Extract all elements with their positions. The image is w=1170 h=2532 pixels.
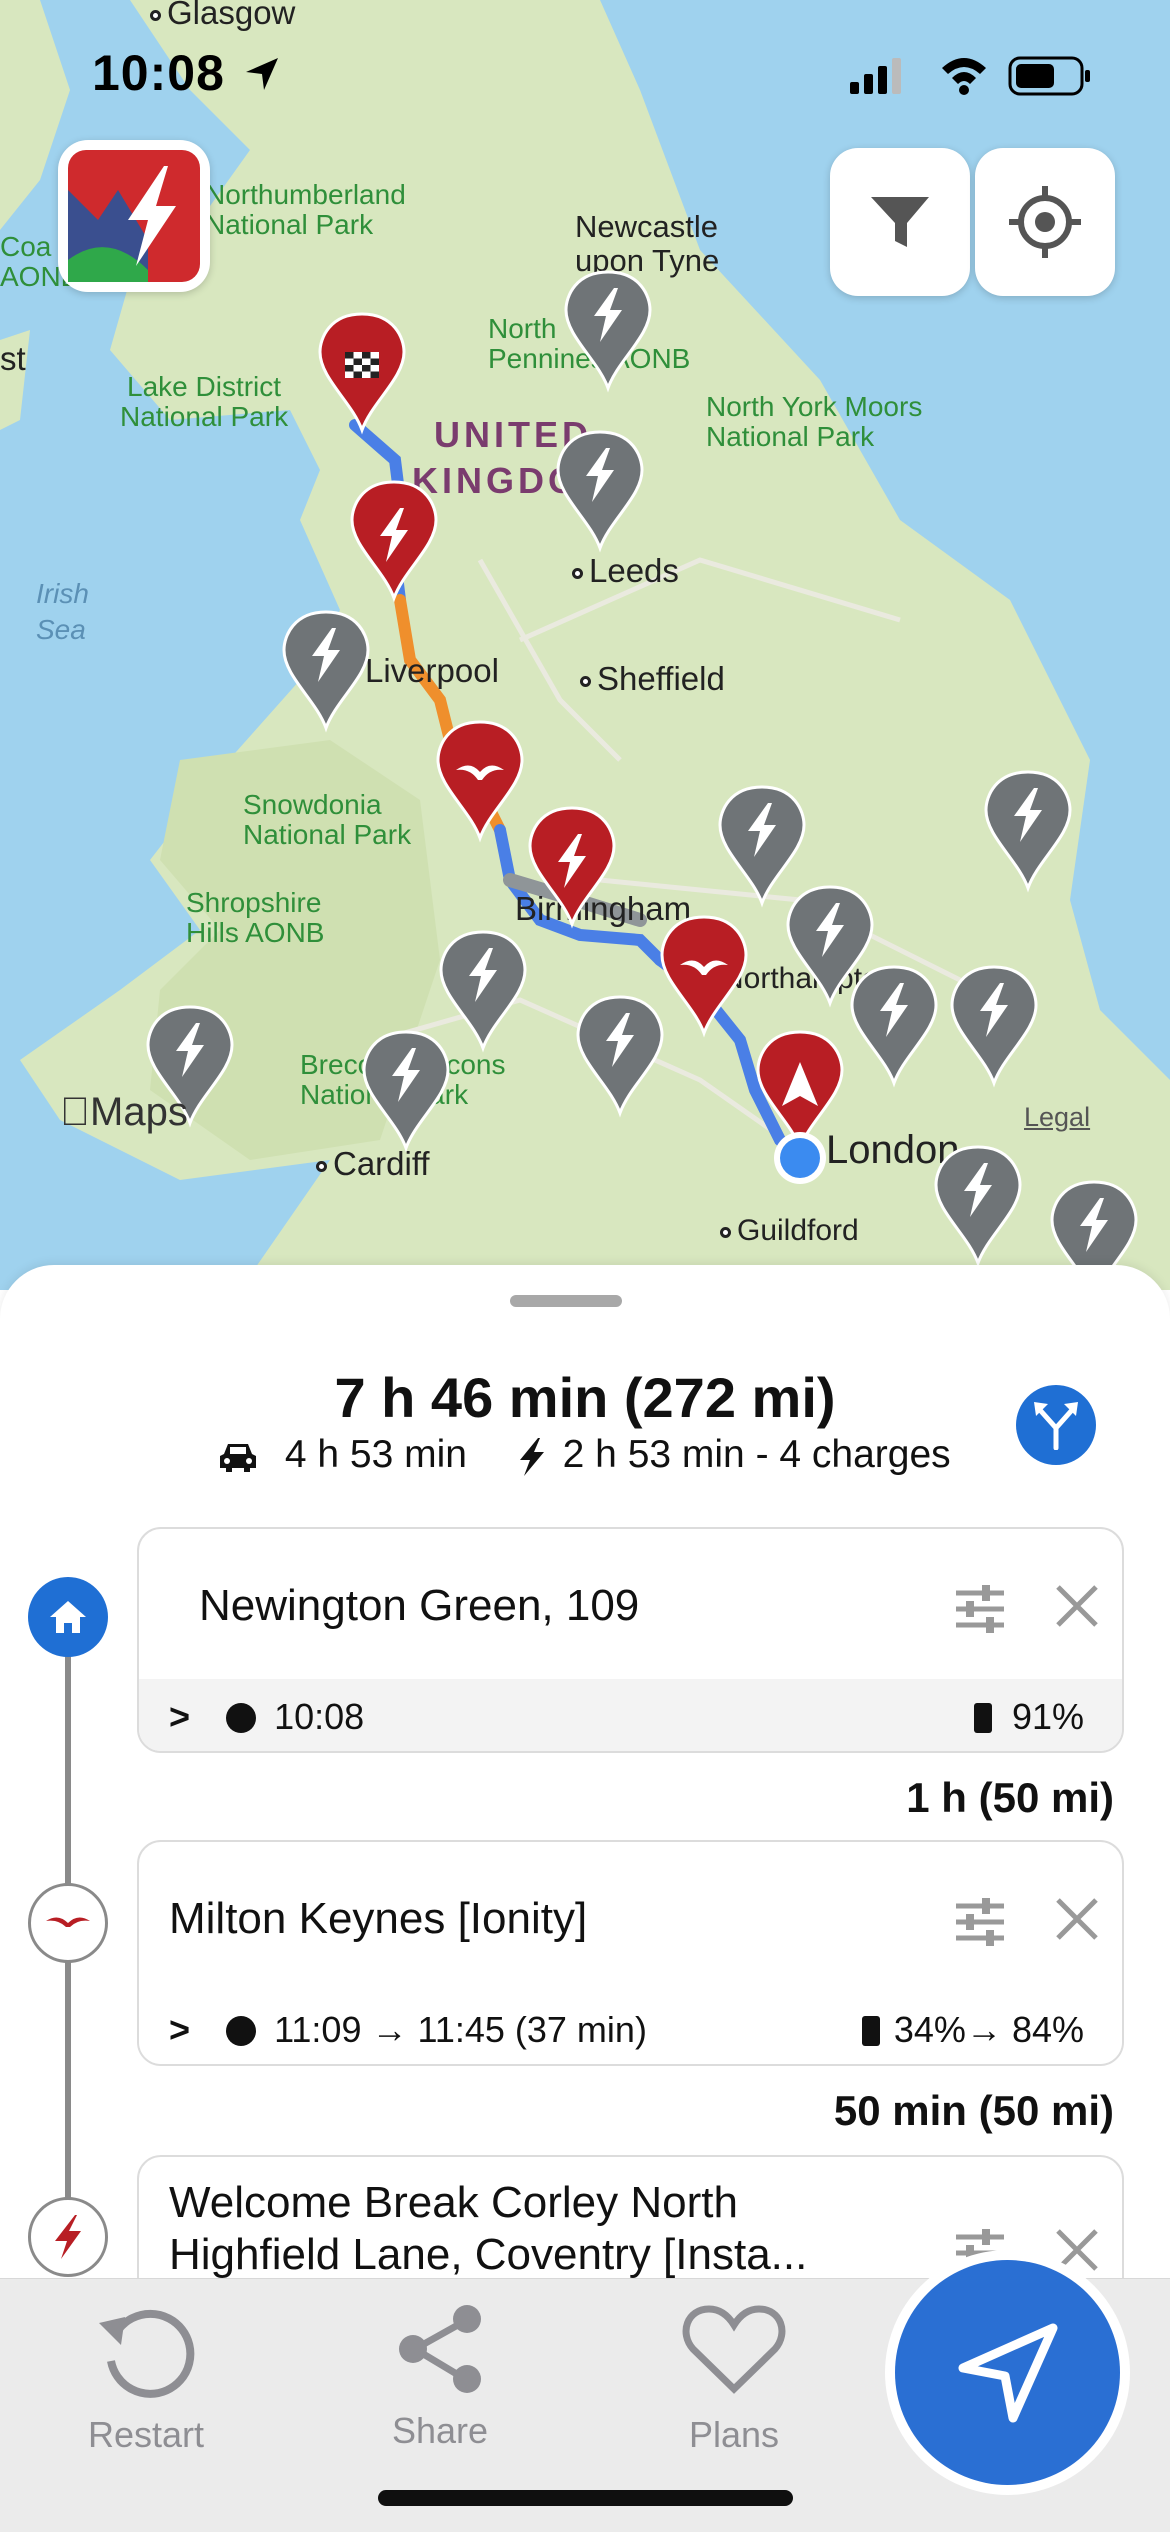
crosshair-icon [1009,186,1081,258]
ionity-logo-icon [46,1917,90,1927]
stop-battery: 91% [1011,1696,1084,1737]
stop-name: Welcome Break Corley North Highfield Lan… [169,2178,808,2279]
chevron-right-icon[interactable]: > [169,1696,190,1737]
locate-me-button[interactable] [975,148,1115,296]
car-icon [220,1443,256,1472]
drive-duration: 4 h 53 min [284,1433,467,1476]
restart-icon [99,2309,195,2398]
close-icon[interactable] [1052,1581,1102,1631]
app-logo[interactable] [58,140,210,292]
route-breakdown: 4 h 53 min 2 h 53 min - 4 charges [218,1433,951,1477]
charger-marker [362,1030,450,1150]
segment-duration: 50 min (50 mi) [833,2087,1114,2134]
stop-time: 11:09 → 11:45 (37 min) [274,2009,647,2050]
stop-meta: > 10:08 91% [139,1679,1122,1751]
segment-duration: 1 h (50 mi) [906,1774,1114,1821]
sliders-icon[interactable] [952,1581,1008,1637]
charger-marker [950,965,1038,1085]
wifi-icon [942,58,986,95]
heart-icon [682,2305,786,2394]
charger-marker [718,785,806,905]
restart-tab[interactable]: Restart [46,2299,246,2456]
fork-arrows-icon [1034,1402,1078,1450]
route-total: 7 h 46 min (272 mi) [334,1366,836,1429]
filter-icon [871,197,929,247]
map-view[interactable]: Glasgow Northumberland National Park Coa… [0,0,1170,1290]
charging-battery-icon [861,2016,880,2046]
filter-button[interactable] [830,148,970,296]
share-icon [399,2305,481,2393]
charger-marker [576,995,664,1115]
stop-name: Milton Keynes [Ionity] [169,1894,588,1943]
location-arrow-icon [246,58,278,90]
plans-tab[interactable]: Plans [634,2299,834,2456]
close-icon[interactable] [1052,1894,1102,1944]
legal-link[interactable]: Legal [1024,1102,1090,1133]
charger-marker [984,770,1072,890]
chevron-right-icon[interactable]: > [169,2009,190,2050]
stop-battery: 34%→ 84% [893,2009,1084,2050]
home-icon [50,1601,86,1633]
restart-label: Restart [87,2414,205,2455]
clock-icon [226,1703,257,1733]
stop-name: Newington Green, 109 [199,1581,640,1630]
signal-icon [850,58,901,94]
status-icons [850,56,1090,96]
route-options-button[interactable] [1016,1385,1096,1465]
clock-icon [226,2016,257,2046]
timeline-charger-node [28,2197,108,2277]
stop-time: 10:08 [274,1696,365,1737]
stop-card-origin[interactable]: Newington Green, 109 > 10:08 91% [137,1527,1124,1753]
lightning-icon [519,1437,544,1476]
status-time: 10:08 [92,45,225,101]
stop-card-ionity[interactable]: Milton Keynes [Ionity] > 11:09 → 11:45 (… [137,1840,1124,2066]
charger-marker [934,1145,1022,1265]
lightning-icon [55,2215,81,2259]
sheet-grabber[interactable] [510,1295,622,1307]
navigation-arrow-icon [958,2323,1057,2422]
share-tab[interactable]: Share [340,2299,540,2452]
charger-marker [564,270,652,390]
home-indicator [378,2490,793,2506]
plans-label: Plans [688,2414,780,2455]
maps-attribution: Maps [60,1090,188,1134]
charger-marker [439,930,527,1050]
charger-marker [282,610,370,730]
charge-duration: 2 h 53 min - 4 charges [562,1433,951,1476]
app-logo-icon [68,150,200,282]
sliders-icon[interactable] [952,1894,1008,1950]
charger-marker [850,965,938,1085]
share-label: Share [391,2410,489,2451]
timeline-ionity-node [28,1883,108,1963]
battery-icon [1008,56,1090,96]
stop-meta: > 11:09 → 11:45 (37 min) 34%→ 84% [139,1992,1122,2064]
battery-icon [973,1703,992,1733]
charger-marker [556,430,644,550]
start-navigation-button[interactable] [885,2250,1130,2495]
timeline-home-node [28,1577,108,1657]
